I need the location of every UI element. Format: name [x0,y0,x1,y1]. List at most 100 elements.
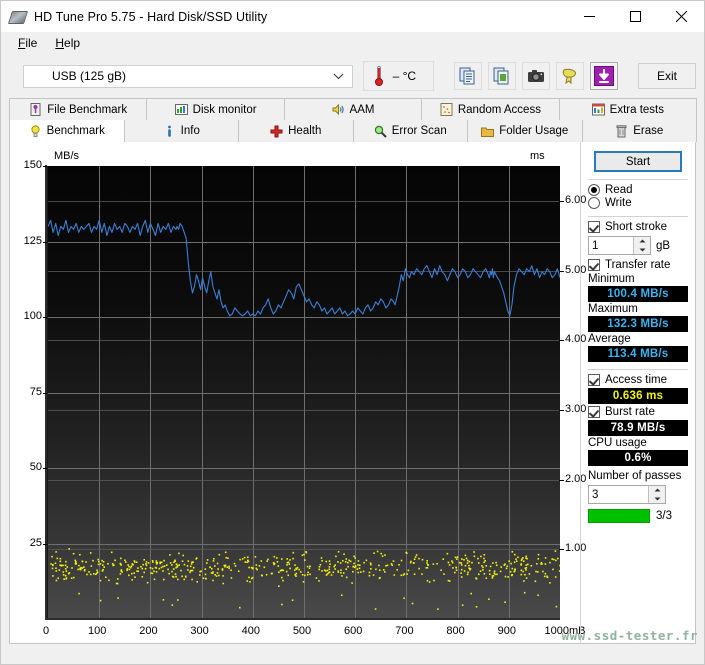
drive-select[interactable]: USB (125 gB) [23,65,353,88]
checkbox-burst-rate[interactable]: Burst rate [588,406,688,418]
passes-spinner-buttons[interactable] [648,486,665,503]
tab-benchmark[interactable]: Benchmark [9,120,125,142]
y-tick-mark [43,393,47,394]
tab-label: Erase [633,125,663,137]
title-bar: HD Tune Pro 5.75 - Hard Disk/SSD Utility [1,1,704,32]
spinner-up-icon[interactable] [649,486,665,495]
progress-text: 3/3 [656,510,672,522]
copy-text-button[interactable] [454,62,482,90]
menu-item-file[interactable]: File [9,33,46,53]
folder-icon [481,125,494,138]
exit-label: Exit [657,69,677,83]
tab-erase[interactable]: Erase [582,120,698,142]
tab-label: Benchmark [47,125,105,137]
tab-aam[interactable]: AAM [284,98,422,120]
start-button[interactable]: Start [594,151,682,172]
tab-random-access[interactable]: Random Access [421,98,559,120]
tab-health[interactable]: Health [238,120,354,142]
chart-plot-area [46,166,560,619]
benchmark-options-panel: Start Read Write Short stroke 1 [580,142,695,643]
y-tick-mark [43,468,47,469]
y-tick-label: 125 [12,235,42,247]
short-stroke-spinner-buttons[interactable] [633,237,650,254]
tab-label: Disk monitor [193,104,257,116]
window-controls [566,1,704,32]
chart-ylabel: MB/s [54,150,79,162]
tab-info[interactable]: Info [124,120,240,142]
passes-value: 3 [589,489,648,501]
average-value: 113.4 MB/s [588,346,688,362]
info-icon [163,125,176,138]
tab-error-scan[interactable]: Error Scan [353,120,469,142]
cpu-usage-value: 0.6% [588,450,688,466]
passes-stepper[interactable]: 3 [588,485,666,504]
spinner-up-icon[interactable] [634,237,650,246]
tab-label: Info [181,125,200,137]
tab-label: File Benchmark [47,104,127,116]
radio-write-indicator [588,197,600,209]
benchmark-chart: MB/s ms 255075100125150 1.002.003.004.00… [10,142,588,643]
radio-read-indicator [588,184,600,196]
maximum-label: Maximum [588,303,688,315]
menu-bar: File Help [1,32,704,54]
y2-tick-mark [559,410,564,411]
y-tick-label: 100 [12,310,42,322]
close-button[interactable] [658,1,704,32]
tab-disk-monitor[interactable]: Disk monitor [146,98,284,120]
divider [588,216,688,217]
save-button[interactable] [590,62,618,90]
burst-rate-value: 78.9 MB/s [588,420,688,436]
hard-disk-icon [10,9,26,25]
passes-label: Number of passes [588,470,688,482]
x-tick-label: 500 [282,625,322,637]
lightbulb-icon [29,125,42,138]
copy-image-button[interactable] [488,62,516,90]
divider [588,369,688,370]
disk-monitor-icon [175,103,188,116]
divider [588,179,688,180]
x-tick-label: 300 [180,625,220,637]
benchmark-compare-button[interactable] [556,62,584,90]
tab-file-benchmark[interactable]: File Benchmark [9,98,147,120]
footer: www.ssd-tester.fr [1,644,704,664]
start-label: Start [626,156,650,168]
checkbox-short-stroke[interactable]: Short stroke [588,221,688,233]
checkbox-transfer-rate-indicator [588,259,600,271]
average-label: Average [588,333,688,345]
spinner-down-icon[interactable] [634,246,650,255]
temperature-value: – °C [393,69,416,83]
short-stroke-stepper[interactable]: 1 [588,236,651,255]
hd-tune-window: HD Tune Pro 5.75 - Hard Disk/SSD Utility… [0,0,705,665]
checkbox-access-time-label: Access time [605,374,667,386]
tab-extra-tests[interactable]: Extra tests [559,98,697,120]
checkbox-access-time[interactable]: Access time [588,374,688,386]
random-access-icon [440,103,453,116]
radio-write[interactable]: Write [588,197,688,209]
access-time-value: 0.636 ms [588,388,688,404]
radio-read-label: Read [605,184,633,196]
progress-row: 3/3 [588,509,688,523]
checkbox-transfer-rate[interactable]: Transfer rate [588,259,688,271]
y-tick-label: 25 [12,537,42,549]
toolbar: USB (125 gB) – °C [1,54,704,98]
y-tick-label: 150 [12,159,42,171]
exit-button[interactable]: Exit [638,63,696,89]
magnifier-icon [374,125,387,138]
screenshot-button[interactable] [522,62,550,90]
thermometer-icon [371,65,387,87]
temperature-display: – °C [363,61,434,91]
file-benchmark-icon [29,103,42,116]
spinner-down-icon[interactable] [649,495,665,504]
menu-item-help[interactable]: Help [46,33,89,53]
x-tick-label: 200 [128,625,168,637]
checkbox-transfer-rate-label: Transfer rate [605,259,670,271]
tab-row-bottom: Benchmark Info Health Error Scan Folder … [9,120,696,142]
radio-read[interactable]: Read [588,184,688,196]
maximize-button[interactable] [612,1,658,32]
tab-bar: File Benchmark Disk monitor AAM Random A… [1,98,704,142]
y2-tick-mark [559,480,564,481]
passes-row: 3 [588,485,688,504]
x-tick-label: 800 [436,625,476,637]
tab-folder-usage[interactable]: Folder Usage [467,120,583,142]
minimize-button[interactable] [566,1,612,32]
